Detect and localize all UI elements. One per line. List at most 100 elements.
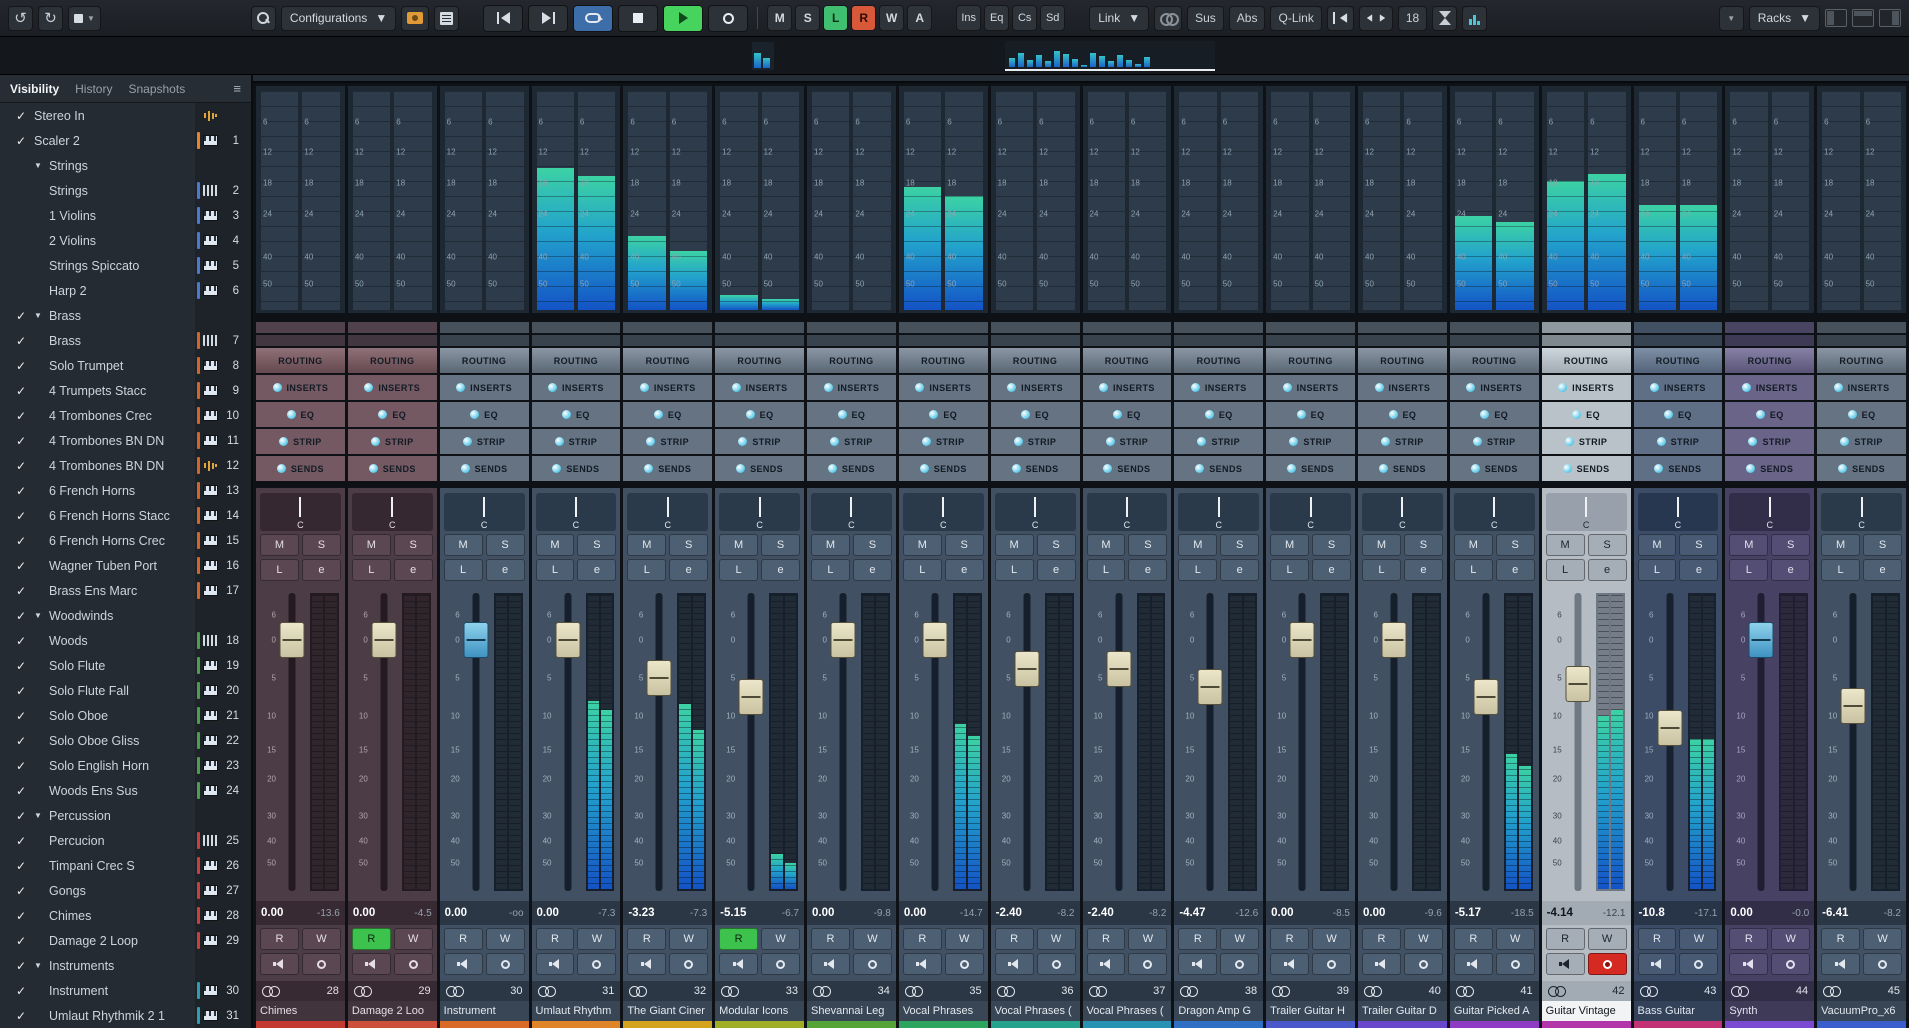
rack-strip-cell[interactable]: STRIP bbox=[715, 429, 804, 454]
record-enable-button[interactable] bbox=[1863, 953, 1902, 975]
rack-power-icon[interactable] bbox=[1204, 410, 1214, 419]
track-row[interactable]: ✓ Solo Trumpet 8 bbox=[0, 353, 251, 378]
link-select[interactable]: Link ▼ bbox=[1089, 5, 1150, 31]
solo-button[interactable]: S bbox=[669, 534, 709, 556]
track-row[interactable]: ✓ Brass 7 bbox=[0, 328, 251, 353]
undo-button[interactable]: ↺ bbox=[8, 5, 33, 31]
mute-button[interactable]: M bbox=[902, 534, 942, 556]
channel-edit-button[interactable]: e bbox=[852, 559, 892, 581]
rack-power-icon[interactable] bbox=[1472, 437, 1482, 446]
bridge-meter[interactable]: 6 12 18 24 40 50 6 12 18 24 40 50 bbox=[1541, 86, 1631, 313]
monitor-button[interactable] bbox=[535, 953, 575, 975]
rack-power-icon[interactable] bbox=[1741, 383, 1751, 392]
solo-button[interactable]: S bbox=[1587, 534, 1627, 556]
rack-power-icon[interactable] bbox=[1105, 437, 1115, 446]
channel-strip[interactable]: C M S L e 6 0 5 10 15 20 30 40 50 0.00 -14.7 R W… bbox=[898, 488, 988, 1028]
volume-fader[interactable] bbox=[554, 587, 582, 901]
channel-strip[interactable]: C M S L e 6 0 5 10 15 20 30 40 50 -6.41 -8.2 R W… bbox=[1817, 488, 1906, 1028]
mute-button[interactable]: M bbox=[811, 534, 850, 556]
monitor-button[interactable] bbox=[994, 953, 1034, 975]
rack-strip-cell[interactable]: STRIP bbox=[1174, 429, 1264, 454]
volume-fader[interactable] bbox=[1288, 587, 1316, 901]
rack-power-icon[interactable] bbox=[276, 464, 286, 473]
bridge-meter[interactable]: 6 12 18 24 40 50 6 12 18 24 40 50 bbox=[1725, 86, 1815, 313]
record-enable-button[interactable] bbox=[1312, 953, 1351, 975]
rack-power-icon[interactable] bbox=[1755, 410, 1765, 419]
fader-cap[interactable] bbox=[1106, 650, 1131, 687]
folder-open-icon[interactable]: ▼ bbox=[34, 611, 49, 620]
listen-button[interactable]: L bbox=[1729, 559, 1769, 581]
record-enable-button[interactable] bbox=[944, 953, 984, 975]
fader-cap[interactable] bbox=[1197, 669, 1223, 706]
rack-sends-cell[interactable]: SENDS bbox=[531, 456, 621, 481]
volume-readout[interactable]: -2.40 bbox=[996, 907, 1022, 919]
rack-routing-cell[interactable]: ROUTING bbox=[439, 348, 529, 373]
link-group-button[interactable] bbox=[1154, 5, 1183, 31]
monitor-button[interactable] bbox=[1545, 953, 1585, 975]
listen-button[interactable]: L bbox=[1362, 559, 1401, 581]
rack-inserts-cell[interactable]: INSERTS bbox=[1266, 375, 1355, 400]
peak-readout[interactable]: -14.7 bbox=[960, 908, 983, 919]
channel-edit-button[interactable]: e bbox=[1863, 559, 1902, 581]
mute-button[interactable]: M bbox=[627, 534, 667, 556]
rack-power-icon[interactable] bbox=[1289, 437, 1299, 446]
rack-power-icon[interactable] bbox=[1466, 383, 1476, 392]
record-enable-button[interactable] bbox=[301, 953, 341, 975]
monitor-button[interactable] bbox=[1821, 953, 1861, 975]
peak-readout[interactable]: -7.3 bbox=[690, 908, 707, 919]
rack-power-icon[interactable] bbox=[1840, 437, 1850, 446]
rack-power-icon[interactable] bbox=[1099, 383, 1108, 392]
track-row[interactable]: ✓ Umlaut Rhythmik 2 1 31 bbox=[0, 1003, 251, 1028]
rack-power-icon[interactable] bbox=[1197, 437, 1207, 446]
volume-readout[interactable]: -10.8 bbox=[1639, 907, 1665, 919]
monitor-button[interactable] bbox=[1729, 953, 1769, 975]
listen-button[interactable]: L bbox=[719, 559, 759, 581]
rack-power-icon[interactable] bbox=[1190, 383, 1200, 392]
meter-mode-button[interactable] bbox=[1462, 5, 1488, 31]
listen-button[interactable]: L bbox=[443, 559, 483, 581]
rack-sends-cell[interactable]: SENDS bbox=[1541, 456, 1631, 481]
rack-power-icon[interactable] bbox=[460, 464, 470, 473]
channel-strip[interactable]: C M S L e 6 0 5 10 15 20 30 40 50 0.00 -13.6 R W… bbox=[256, 488, 345, 1028]
channel-edit-button[interactable]: e bbox=[761, 559, 800, 581]
solo-button[interactable]: S bbox=[1312, 534, 1351, 556]
channel-edit-button[interactable]: e bbox=[944, 559, 984, 581]
volume-readout[interactable]: 0.00 bbox=[1363, 907, 1385, 919]
rack-power-icon[interactable] bbox=[462, 437, 472, 446]
rack-inserts-cell[interactable]: INSERTS bbox=[256, 375, 345, 400]
volume-fader[interactable] bbox=[1564, 587, 1592, 901]
record-enable-button[interactable] bbox=[1587, 953, 1627, 975]
rack-power-icon[interactable] bbox=[554, 437, 564, 446]
rack-strip-cell[interactable]: STRIP bbox=[1449, 429, 1539, 454]
rack-inserts-cell[interactable]: INSERTS bbox=[715, 375, 804, 400]
visibility-check-icon[interactable]: ✓ bbox=[8, 509, 34, 523]
visibility-check-icon[interactable]: ✓ bbox=[8, 884, 34, 898]
visibility-check-icon[interactable]: ✓ bbox=[8, 484, 34, 498]
rack-power-icon[interactable] bbox=[1480, 410, 1490, 419]
write-automation-button[interactable]: W bbox=[1587, 928, 1627, 950]
read-automation-button[interactable]: R bbox=[1545, 928, 1585, 950]
listen-button[interactable]: L bbox=[902, 559, 942, 581]
rack-routing-cell[interactable]: ROUTING bbox=[1725, 348, 1815, 373]
solo-button[interactable]: S bbox=[761, 534, 800, 556]
pan-control[interactable]: C bbox=[535, 493, 617, 531]
go-to-start-button[interactable] bbox=[483, 4, 524, 32]
fader-cap[interactable] bbox=[371, 622, 397, 659]
rack-eq-cell[interactable]: EQ bbox=[990, 402, 1080, 427]
rack-power-icon[interactable] bbox=[378, 410, 388, 419]
rack-sends-cell[interactable]: SENDS bbox=[347, 456, 437, 481]
channel-name[interactable]: Guitar Vintage bbox=[1541, 1001, 1631, 1021]
write-automation-button[interactable]: W bbox=[1771, 928, 1811, 950]
volume-readout[interactable]: -5.17 bbox=[1455, 907, 1481, 919]
folder-open-icon[interactable]: ▼ bbox=[34, 811, 49, 820]
pan-control[interactable]: C bbox=[260, 493, 341, 531]
channel-name[interactable]: Vocal Phrases ( bbox=[1082, 1001, 1172, 1021]
record-enable-button[interactable] bbox=[1220, 953, 1260, 975]
play-button[interactable] bbox=[663, 4, 704, 32]
mute-button[interactable]: M bbox=[1178, 534, 1218, 556]
mute-button[interactable]: M bbox=[535, 534, 575, 556]
channel-name[interactable]: Vocal Phrases bbox=[898, 1001, 988, 1021]
volume-fader[interactable] bbox=[278, 587, 306, 901]
rack-strip-cell[interactable]: STRIP bbox=[1266, 429, 1355, 454]
rack-power-icon[interactable] bbox=[1374, 383, 1384, 392]
